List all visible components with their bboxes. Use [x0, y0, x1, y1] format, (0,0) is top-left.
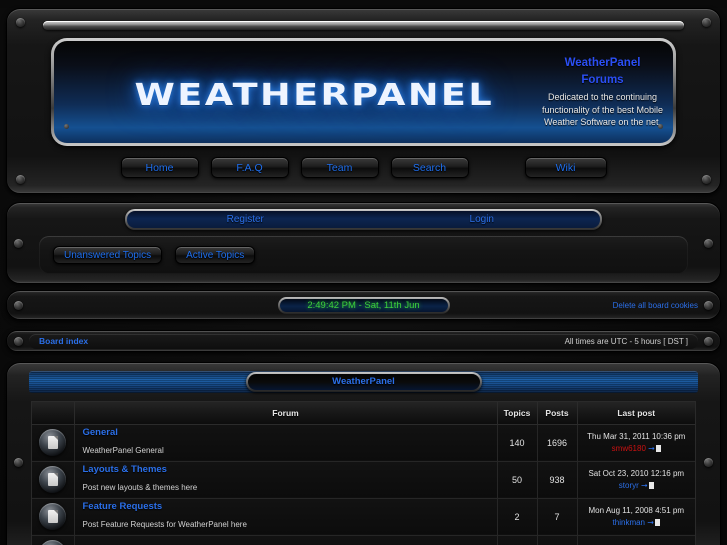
col-header-icon [32, 402, 75, 425]
rivet-icon [16, 18, 25, 27]
unanswered-topics-button[interactable]: Unanswered Topics [53, 246, 163, 264]
forum-unread-icon [39, 540, 67, 545]
forum-icon-cell [32, 424, 75, 462]
forum-link[interactable]: Feature Requests [83, 501, 496, 512]
forum-unread-icon [39, 503, 67, 530]
rivet-icon [702, 175, 711, 184]
forum-posts-count: 1696 [537, 424, 578, 462]
table-row[interactable]: Bug Reports Tue Sep 22, 2009 4:38 am [32, 535, 695, 545]
col-header-forum: Forum [74, 402, 498, 425]
login-link[interactable]: Login [364, 214, 601, 225]
forum-description: WeatherPanel General [82, 446, 164, 455]
last-post-author[interactable]: storyr [619, 481, 639, 490]
forum-info-cell: Feature Requests Post Feature Requests f… [74, 498, 498, 536]
forum-table-wrapper: Forum Topics Posts Last post General Wea… [31, 401, 696, 545]
last-post-author[interactable]: smw6180 [612, 444, 646, 453]
register-link[interactable]: Register [127, 214, 364, 225]
forum-info-cell: Bug Reports [74, 535, 498, 545]
account-bar-panel: Register Login Unanswered Topics Active … [6, 202, 721, 284]
table-row[interactable]: Layouts & Themes Post new layouts & them… [32, 461, 695, 499]
table-row[interactable]: General WeatherPanel General 140 1696 Th… [32, 424, 695, 462]
breadcrumb-panel: Board index All times are UTC - 5 hours … [6, 330, 721, 352]
nav-wiki[interactable]: Wiki [524, 157, 607, 178]
breadcrumb-board-index[interactable]: Board index [39, 336, 88, 346]
rivet-icon [702, 18, 711, 27]
category-title-pill[interactable]: WeatherPanel [245, 372, 482, 392]
clock-text: 2:49:42 PM - Sat, 11th Jun [279, 298, 448, 312]
goto-last-post-icon[interactable]: ➞ [641, 481, 648, 490]
forum-last-post-cell: Thu Mar 31, 2011 10:36 pm smw6180 ➞ [577, 424, 695, 462]
forum-info-cell: Layouts & Themes Post new layouts & them… [74, 461, 498, 499]
nav-search[interactable]: Search [390, 157, 469, 178]
last-post-date: Thu Mar 31, 2011 10:36 pm [587, 431, 686, 441]
logo-banner: WEATHERPANEL WeatherPanel Forums Dedicat… [51, 38, 676, 146]
nav-faq[interactable]: F.A.Q [210, 157, 289, 178]
category-header-bar: WeatherPanel [29, 371, 698, 393]
site-title-line1: WeatherPanel [564, 57, 641, 70]
delete-board-cookies-link[interactable]: Delete all board cookies [613, 301, 698, 310]
col-header-last-post: Last post [577, 402, 695, 425]
forum-topics-count: 50 [497, 461, 538, 499]
view-post-icon[interactable] [654, 518, 660, 526]
forum-link[interactable]: General [83, 427, 496, 438]
goto-last-post-icon[interactable]: ➞ [648, 444, 655, 453]
forum-posts-count: 7 [537, 498, 578, 536]
site-logo-text: WEATHERPANEL [134, 77, 495, 113]
goto-last-post-icon[interactable]: ➞ [647, 518, 654, 527]
quicklinks-panel: Unanswered Topics Active Topics [39, 236, 688, 274]
forum-list-panel: WeatherPanel Forum Topics Posts Last pos… [6, 362, 721, 545]
forum-icon-cell [32, 461, 75, 499]
last-post-author[interactable]: thinkman [613, 518, 645, 527]
screw-icon [658, 124, 663, 129]
forum-icon-cell [32, 535, 75, 545]
col-header-topics: Topics [497, 402, 538, 425]
forum-description: Post new layouts & themes here [82, 483, 198, 492]
header-chrome-bar [43, 21, 684, 30]
forum-link[interactable]: Layouts & Themes [83, 464, 496, 475]
account-bar: Register Login [125, 209, 602, 230]
forum-unread-icon [39, 466, 67, 493]
forum-last-post-cell: Sat Oct 23, 2010 12:16 pm storyr ➞ [577, 461, 695, 499]
forum-topics-count [497, 535, 538, 545]
category-title: WeatherPanel [247, 374, 480, 390]
forum-last-post-cell: Tue Sep 22, 2009 4:38 am [577, 535, 695, 545]
site-header: WEATHERPANEL WeatherPanel Forums Dedicat… [6, 8, 721, 194]
main-navigation: Home F.A.Q Team Search Wiki [29, 157, 698, 178]
forum-info-cell: General WeatherPanel General [74, 424, 498, 462]
view-post-icon[interactable] [648, 481, 654, 489]
nav-team[interactable]: Team [300, 157, 379, 178]
col-header-posts: Posts [537, 402, 578, 425]
forum-icon-cell [32, 498, 75, 536]
forum-last-post-cell: Mon Aug 11, 2008 4:51 pm thinkman ➞ [577, 498, 695, 536]
active-topics-button[interactable]: Active Topics [175, 246, 256, 264]
screw-icon [64, 124, 69, 129]
forum-topics-count: 140 [497, 424, 538, 462]
last-post-date: Mon Aug 11, 2008 4:51 pm [588, 505, 684, 515]
breadcrumb: Board index All times are UTC - 5 hours … [29, 333, 698, 349]
last-post-date: Sat Oct 23, 2010 12:16 pm [588, 468, 685, 478]
table-row[interactable]: Feature Requests Post Feature Requests f… [32, 498, 695, 536]
view-post-icon[interactable] [655, 444, 661, 452]
nav-home[interactable]: Home [120, 157, 199, 178]
status-bar-panel: 2:49:42 PM - Sat, 11th Jun Delete all bo… [6, 290, 721, 320]
forum-description: Post Feature Requests for WeatherPanel h… [82, 520, 247, 529]
forum-unread-icon [39, 429, 67, 456]
forum-topics-count: 2 [497, 498, 538, 536]
forum-posts-count [537, 535, 578, 545]
rivet-icon [16, 175, 25, 184]
clock-display: 2:49:42 PM - Sat, 11th Jun [277, 296, 450, 314]
timezone-label: All times are UTC - 5 hours [ DST ] [564, 336, 688, 346]
forum-table: Forum Topics Posts Last post General Wea… [32, 402, 695, 545]
forum-posts-count: 938 [537, 461, 578, 499]
table-header-row: Forum Topics Posts Last post [32, 402, 695, 425]
